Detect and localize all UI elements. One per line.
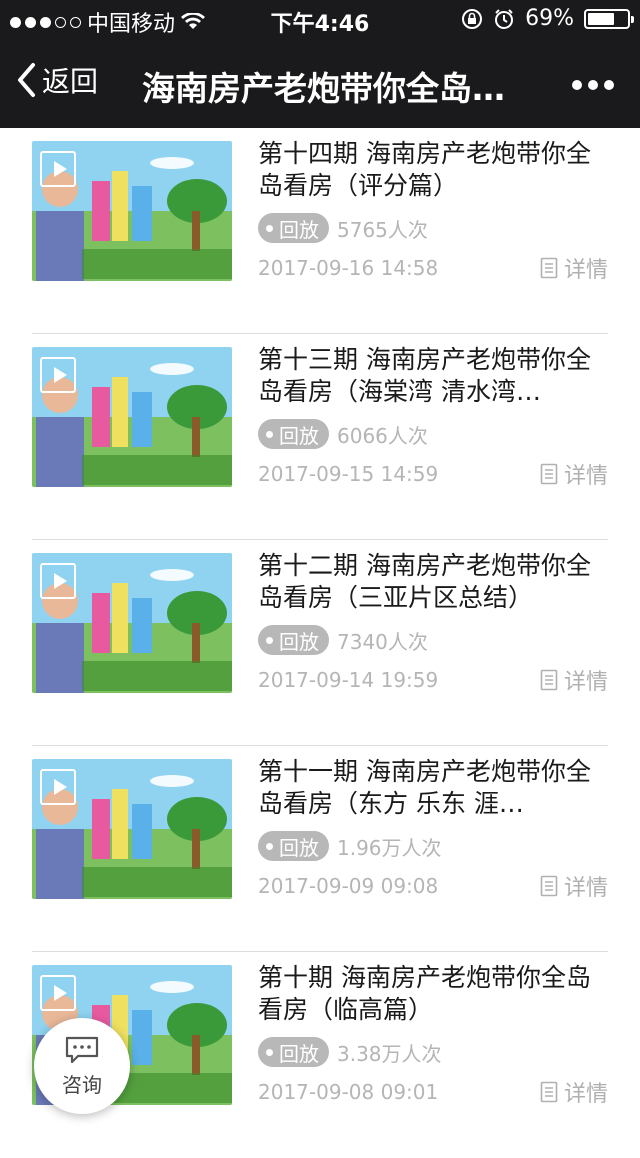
video-title: 第十期 海南房产老炮带你全岛看房（临高篇）	[258, 963, 591, 1024]
video-date: 2017-09-15 14:59	[258, 462, 439, 486]
video-thumbnail[interactable]	[32, 141, 232, 281]
status-bar: 中国移动 下午4:46 69%	[0, 0, 640, 40]
video-list-item[interactable]: 第十三期 海南房产老炮带你全岛看房（海棠湾 清水湾… 回放 6066人次 201…	[32, 334, 608, 540]
video-title: 第十四期 海南房产老炮带你全岛看房（评分篇）	[258, 139, 591, 200]
video-list-item[interactable]: 第十二期 海南房产老炮带你全岛看房（三亚片区总结） 回放 7340人次 2017…	[32, 540, 608, 746]
consult-label: 咨询	[62, 1072, 102, 1097]
video-date: 2017-09-16 14:58	[258, 256, 439, 280]
view-count: 1.96万人次	[337, 835, 442, 860]
ellipsis-icon	[572, 80, 582, 90]
video-title: 第十二期 海南房产老炮带你全岛看房（三亚片区总结）	[258, 551, 591, 612]
play-icon	[40, 151, 76, 187]
video-thumbnail[interactable]	[32, 553, 232, 693]
detail-link[interactable]: 详情	[540, 252, 608, 284]
detail-link[interactable]: 详情	[540, 664, 608, 696]
video-thumbnail[interactable]	[32, 347, 232, 487]
top-bar: 中国移动 下午4:46 69% 返回 海南房产老炮带你全岛…	[0, 0, 640, 128]
play-icon	[40, 975, 76, 1011]
detail-link[interactable]: 详情	[540, 870, 608, 902]
video-title: 第十一期 海南房产老炮带你全岛看房（东方 乐东 涯…	[258, 757, 591, 818]
video-title: 第十三期 海南房产老炮带你全岛看房（海棠湾 清水湾…	[258, 345, 591, 406]
view-count: 7340人次	[337, 629, 428, 654]
replay-badge: 回放	[258, 419, 329, 449]
document-icon	[540, 463, 558, 485]
more-button[interactable]	[572, 80, 614, 90]
alarm-icon	[495, 8, 514, 29]
view-count: 3.38万人次	[337, 1041, 442, 1066]
battery-icon	[584, 8, 634, 29]
detail-link[interactable]: 详情	[540, 458, 608, 490]
document-icon	[540, 257, 558, 279]
chevron-left-icon	[18, 63, 35, 97]
chat-bubble-icon	[65, 1036, 99, 1063]
play-icon	[40, 563, 76, 599]
replay-badge: 回放	[258, 625, 329, 655]
document-icon	[540, 669, 558, 691]
navigation-bar: 返回 海南房产老炮带你全岛…	[0, 40, 640, 128]
document-icon	[540, 875, 558, 897]
video-date: 2017-09-09 09:08	[258, 874, 439, 898]
rotation-lock-icon	[462, 8, 483, 29]
video-thumbnail[interactable]	[32, 759, 232, 899]
replay-badge: 回放	[258, 1037, 329, 1067]
back-button[interactable]: 返回	[16, 60, 98, 100]
view-count: 5765人次	[337, 217, 428, 242]
view-count: 6066人次	[337, 423, 428, 448]
play-icon	[40, 769, 76, 805]
video-date: 2017-09-14 19:59	[258, 668, 439, 692]
document-icon	[540, 1081, 558, 1103]
consult-button[interactable]: 咨询	[34, 1018, 130, 1114]
video-list-item[interactable]: 第十一期 海南房产老炮带你全岛看房（东方 乐东 涯… 回放 1.96万人次 20…	[32, 746, 608, 952]
replay-badge: 回放	[258, 831, 329, 861]
page-title: 海南房产老炮带你全岛…	[142, 69, 505, 108]
back-label: 返回	[42, 65, 99, 98]
video-list: 第十四期 海南房产老炮带你全岛看房（评分篇） 回放 5765人次 2017-09…	[0, 128, 640, 1158]
video-list-item[interactable]: 第十四期 海南房产老炮带你全岛看房（评分篇） 回放 5765人次 2017-09…	[32, 128, 608, 334]
battery-percent: 69%	[525, 6, 574, 31]
play-icon	[40, 357, 76, 393]
detail-link[interactable]: 详情	[540, 1076, 608, 1108]
replay-badge: 回放	[258, 213, 329, 243]
video-date: 2017-09-08 09:01	[258, 1080, 439, 1104]
